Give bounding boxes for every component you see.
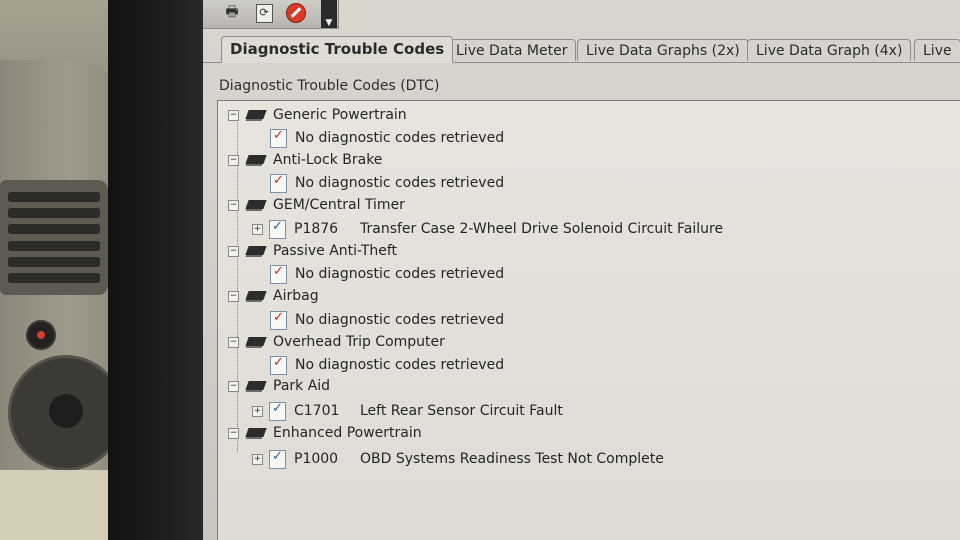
module-name: Enhanced Powertrain xyxy=(273,425,422,441)
collapse-icon[interactable]: − xyxy=(228,245,239,257)
collapse-icon[interactable]: − xyxy=(228,109,239,121)
laptop-bezel xyxy=(108,0,205,540)
tree-node-dtc[interactable]: No diagnostic codes retrieved xyxy=(270,310,504,330)
dtc-report-icon xyxy=(269,219,286,239)
tab-live-data-meter[interactable]: Live Data Meter xyxy=(447,39,577,61)
toolbar: 🖶 ⟳ ▼ xyxy=(203,0,339,29)
refresh-icon[interactable]: ⟳ xyxy=(253,3,275,23)
module-name: Park Aid xyxy=(273,378,331,394)
tree-node-module[interactable]: − Passive Anti-Theft xyxy=(228,241,397,261)
dtc-tree: − Generic Powertrain No diagnostic codes… xyxy=(217,100,960,540)
tree-node-dtc[interactable]: + P1000 OBD Systems Readiness Test Not C… xyxy=(252,449,664,469)
module-chip-icon xyxy=(245,244,267,258)
module-name: GEM/Central Timer xyxy=(273,197,405,213)
dtc-description: Transfer Case 2-Wheel Drive Solenoid Cir… xyxy=(360,221,724,237)
tab-diagnostic-trouble-codes[interactable]: Diagnostic Trouble Codes xyxy=(221,36,454,63)
seat-fabric xyxy=(0,470,125,540)
tree-node-module[interactable]: − Airbag xyxy=(228,286,319,306)
module-chip-icon xyxy=(245,426,267,440)
tree-node-module[interactable]: − GEM/Central Timer xyxy=(228,195,405,215)
toolbar-overflow-chevron-icon[interactable]: ▼ xyxy=(321,0,337,28)
dtc-code: C1701 xyxy=(294,403,340,419)
tree-node-dtc[interactable]: No diagnostic codes retrieved xyxy=(270,264,504,284)
dtc-report-icon xyxy=(270,128,287,148)
application-window: 🖶 ⟳ ▼ Diagnostic Trouble Codes Live Data… xyxy=(203,0,960,540)
module-name: Airbag xyxy=(273,288,319,304)
dtc-report-icon xyxy=(270,173,287,193)
module-chip-icon xyxy=(245,335,267,349)
module-name: Passive Anti-Theft xyxy=(273,243,398,259)
print-icon[interactable]: 🖶 xyxy=(221,3,243,23)
dtc-report-icon xyxy=(270,355,287,375)
dtc-description: No diagnostic codes retrieved xyxy=(295,130,505,146)
dtc-report-icon xyxy=(269,401,286,421)
collapse-icon[interactable]: − xyxy=(228,290,239,302)
dtc-report-icon xyxy=(270,264,287,284)
dtc-code: P1876 xyxy=(294,221,339,237)
tab-live-overflow[interactable]: Live xyxy=(914,39,960,61)
dtc-group-title: Diagnostic Trouble Codes (DTC) xyxy=(219,78,440,94)
tab-live-data-graph-4x[interactable]: Live Data Graph (4x) xyxy=(747,39,912,61)
tree-node-dtc[interactable]: No diagnostic codes retrieved xyxy=(270,128,504,148)
collapse-icon[interactable]: − xyxy=(228,199,239,211)
collapse-icon[interactable]: − xyxy=(228,380,239,392)
module-chip-icon xyxy=(245,198,267,212)
module-name: Anti-Lock Brake xyxy=(273,152,383,168)
expand-icon[interactable]: + xyxy=(252,405,263,417)
collapse-icon[interactable]: − xyxy=(228,336,239,348)
module-chip-icon xyxy=(245,289,267,303)
tree-node-module[interactable]: − Enhanced Powertrain xyxy=(228,423,422,443)
tree-node-module[interactable]: − Generic Powertrain xyxy=(228,105,407,125)
dtc-description: OBD Systems Readiness Test Not Complete xyxy=(360,451,664,467)
dtc-description: No diagnostic codes retrieved xyxy=(295,266,505,282)
headlight-knob xyxy=(8,355,124,471)
collapse-icon[interactable]: − xyxy=(228,427,239,439)
tree-node-module[interactable]: − Park Aid xyxy=(228,376,330,396)
stop-icon[interactable] xyxy=(285,3,307,23)
dtc-description: No diagnostic codes retrieved xyxy=(295,357,505,373)
module-chip-icon xyxy=(245,379,267,393)
collapse-icon[interactable]: − xyxy=(228,154,239,166)
dtc-description: Left Rear Sensor Circuit Fault xyxy=(360,403,563,419)
tree-node-dtc[interactable]: + P1876 Transfer Case 2-Wheel Drive Sole… xyxy=(252,219,723,239)
dtc-code: P1000 xyxy=(294,451,339,467)
tree-node-module[interactable]: − Overhead Trip Computer xyxy=(228,332,445,352)
dtc-description: No diagnostic codes retrieved xyxy=(295,312,505,328)
module-name: Overhead Trip Computer xyxy=(273,334,445,350)
tab-live-data-graphs-2x[interactable]: Live Data Graphs (2x) xyxy=(577,39,749,61)
hazard-button xyxy=(26,320,56,350)
dtc-description: No diagnostic codes retrieved xyxy=(295,175,505,191)
module-name: Generic Powertrain xyxy=(273,107,407,123)
expand-icon[interactable]: + xyxy=(252,453,263,465)
tree-node-module[interactable]: − Anti-Lock Brake xyxy=(228,150,382,170)
tree-node-dtc[interactable]: + C1701 Left Rear Sensor Circuit Fault xyxy=(252,401,563,421)
dtc-report-icon xyxy=(269,449,286,469)
module-chip-icon xyxy=(245,108,267,122)
tree-node-dtc[interactable]: No diagnostic codes retrieved xyxy=(270,173,504,193)
dtc-report-icon xyxy=(270,310,287,330)
air-vent xyxy=(0,180,108,295)
tree-node-dtc[interactable]: No diagnostic codes retrieved xyxy=(270,355,504,375)
tab-strip: Diagnostic Trouble Codes Live Data Meter… xyxy=(203,36,960,63)
expand-icon[interactable]: + xyxy=(252,223,263,235)
module-chip-icon xyxy=(245,153,267,167)
